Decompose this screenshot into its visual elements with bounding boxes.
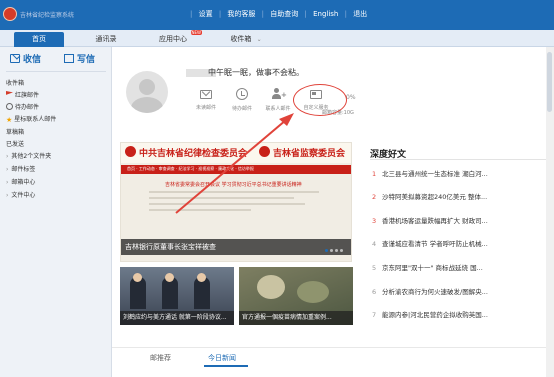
annotation-arrow bbox=[175, 113, 294, 214]
